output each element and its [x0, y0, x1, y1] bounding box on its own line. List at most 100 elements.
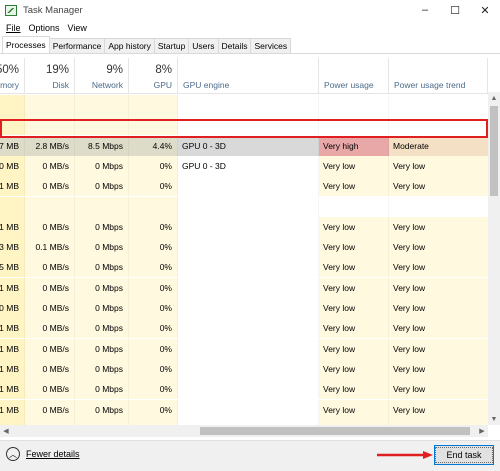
cell-power-trend: Very low	[389, 339, 488, 359]
table-row[interactable]: 3 MB 0.1 MB/s 0 Mbps 0% Very low Very low	[0, 237, 488, 257]
column-usage-disk: 19%	[45, 64, 69, 76]
vertical-scroll-thumb[interactable]	[490, 106, 498, 196]
cell-power-trend	[389, 197, 488, 217]
table-row[interactable]	[0, 115, 488, 135]
table-row[interactable]: 1 MB0 MB/s0 Mbps0% Very lowVery low	[0, 176, 488, 196]
cell-gpu: 0%	[129, 156, 178, 176]
scroll-left-icon[interactable]: ◀	[0, 425, 12, 437]
horizontal-scroll-thumb[interactable]	[200, 427, 470, 435]
menu-file[interactable]: File	[6, 23, 21, 33]
cell-memory: 1 MB	[0, 318, 25, 338]
cell-gpu-engine: GPU 0 - 3D	[178, 136, 319, 156]
cell-power-trend: Very low	[389, 237, 488, 257]
cell-disk: 0 MB/s	[25, 298, 75, 318]
cell-power-trend: Very low	[389, 257, 488, 277]
maximize-button[interactable]: ☐	[440, 0, 470, 20]
table-row[interactable]: 1 MB0 MB/s0 Mbps0% Very lowVery low	[0, 359, 488, 379]
column-header-memory[interactable]: 50% mory	[0, 58, 25, 94]
column-usage-gpu: 8%	[155, 64, 172, 76]
cell-power-trend	[389, 95, 488, 115]
cell-gpu-engine	[178, 318, 319, 338]
table-row[interactable]: 7 MB 2.8 MB/s 8.5 Mbps 4.4% GPU 0 - 3D Very h…	[0, 136, 488, 156]
column-label-network: Network	[91, 80, 123, 90]
red-arrow-icon	[377, 451, 433, 459]
cell-gpu-engine	[178, 197, 319, 217]
scroll-up-icon[interactable]: ▲	[488, 92, 500, 104]
column-header-network[interactable]: 9% Network	[75, 58, 129, 94]
cell-network	[75, 115, 129, 135]
cell-power: Very low	[319, 278, 389, 298]
tab-services[interactable]: Services	[250, 38, 292, 53]
cell-power-trend	[389, 115, 488, 135]
tab-startup[interactable]: Startup	[153, 38, 190, 53]
column-label-gpu-engine: GPU engine	[183, 80, 230, 90]
column-label-gpu: GPU	[153, 80, 172, 90]
table-row[interactable]: 1 MB0 MB/s0 Mbps0% Very lowVery low	[0, 278, 488, 298]
cell-gpu: 0%	[129, 237, 178, 257]
table-row[interactable]: 1 MB0 MB/s0 Mbps0% Very lowVery low	[0, 400, 488, 420]
cell-power: Very low	[319, 379, 389, 399]
table-row[interactable]: 1 MB0 MB/s0 Mbps0% Very lowVery low	[0, 217, 488, 237]
cell-memory: 1 MB	[0, 400, 25, 420]
cell-memory: 1 MB	[0, 217, 25, 237]
tab-performance[interactable]: Performance	[48, 38, 106, 53]
column-label-memory: mory	[0, 80, 19, 90]
cell-power: Very low	[319, 298, 389, 318]
cell-disk: 0 MB/s	[25, 339, 75, 359]
cell-memory: 0 MB	[0, 298, 25, 318]
tab-app-history[interactable]: App history	[104, 38, 155, 53]
scroll-down-icon[interactable]: ▼	[488, 413, 500, 425]
cell-gpu-engine	[178, 400, 319, 420]
tab-users[interactable]: Users	[188, 38, 219, 53]
fewer-details-label[interactable]: Fewer details	[26, 449, 80, 459]
cell-memory	[0, 115, 25, 135]
tab-details[interactable]: Details	[217, 38, 252, 53]
column-header-power[interactable]: Power usage	[319, 58, 389, 94]
cell-gpu: 0%	[129, 257, 178, 277]
cell-network: 8.5 Mbps	[75, 136, 129, 156]
cell-gpu-engine	[178, 339, 319, 359]
cell-power-trend: Very low	[389, 318, 488, 338]
cell-power: Very low	[319, 359, 389, 379]
cell-network: 0 Mbps	[75, 339, 129, 359]
cell-network: 0 Mbps	[75, 176, 129, 196]
table-row[interactable]: 0 MB 0 MB/s 0 Mbps 0% GPU 0 - 3D Very low Very…	[0, 156, 488, 176]
column-header-disk[interactable]: 19% Disk	[25, 58, 75, 94]
fewer-details-button[interactable]: ︿ Fewer details	[6, 447, 80, 461]
minimize-button[interactable]: –	[410, 0, 440, 20]
table-row[interactable]: 0 MB 0 MB/s 0 Mbps 0% Very low Very low	[0, 298, 488, 318]
table-row[interactable]: 1 MB0 MB/s0 Mbps0% Very lowVery low	[0, 318, 488, 338]
cell-network: 0 Mbps	[75, 379, 129, 399]
tab-processes[interactable]: Processes	[2, 36, 50, 53]
table-row[interactable]	[0, 197, 488, 217]
cell-power: Very low	[319, 339, 389, 359]
cell-gpu-engine	[178, 95, 319, 115]
end-task-label: End task	[435, 447, 493, 463]
end-task-button[interactable]: End task	[434, 445, 494, 465]
menu-bar: File Options View	[0, 21, 89, 35]
menu-options[interactable]: Options	[29, 23, 60, 33]
chevron-up-icon[interactable]: ︿	[6, 447, 20, 461]
cell-power-trend: Moderate	[389, 136, 488, 156]
vertical-scrollbar[interactable]: ▲ ▼	[488, 92, 500, 425]
column-header-power-trend[interactable]: Power usage trend	[389, 58, 488, 94]
column-label-disk: Disk	[52, 80, 69, 90]
cell-network	[75, 95, 129, 115]
cell-power-trend: Very low	[389, 156, 488, 176]
cell-gpu: 0%	[129, 176, 178, 196]
cell-disk: 0.1 MB/s	[25, 237, 75, 257]
menu-view[interactable]: View	[68, 23, 87, 33]
table-row[interactable]: 1 MB0 MB/s0 Mbps0% Very lowVery low	[0, 339, 488, 359]
scroll-right-icon[interactable]: ▶	[476, 425, 488, 437]
table-row[interactable]: 5 MB 0 MB/s 0 Mbps 0% Very low Very low	[0, 257, 488, 277]
cell-disk: 0 MB/s	[25, 217, 75, 237]
cell-network: 0 Mbps	[75, 237, 129, 257]
column-header-gpu-engine[interactable]: GPU engine	[178, 58, 319, 94]
table-row[interactable]	[0, 95, 488, 115]
table-row[interactable]: 1 MB0 MB/s0 Mbps0% Very lowVery low	[0, 379, 488, 399]
cell-gpu-engine	[178, 257, 319, 277]
column-usage-network: 9%	[106, 64, 123, 76]
horizontal-scrollbar[interactable]: ◀ ▶	[0, 425, 488, 437]
close-button[interactable]: ✕	[470, 0, 500, 20]
column-header-gpu[interactable]: 8% GPU	[129, 58, 178, 94]
